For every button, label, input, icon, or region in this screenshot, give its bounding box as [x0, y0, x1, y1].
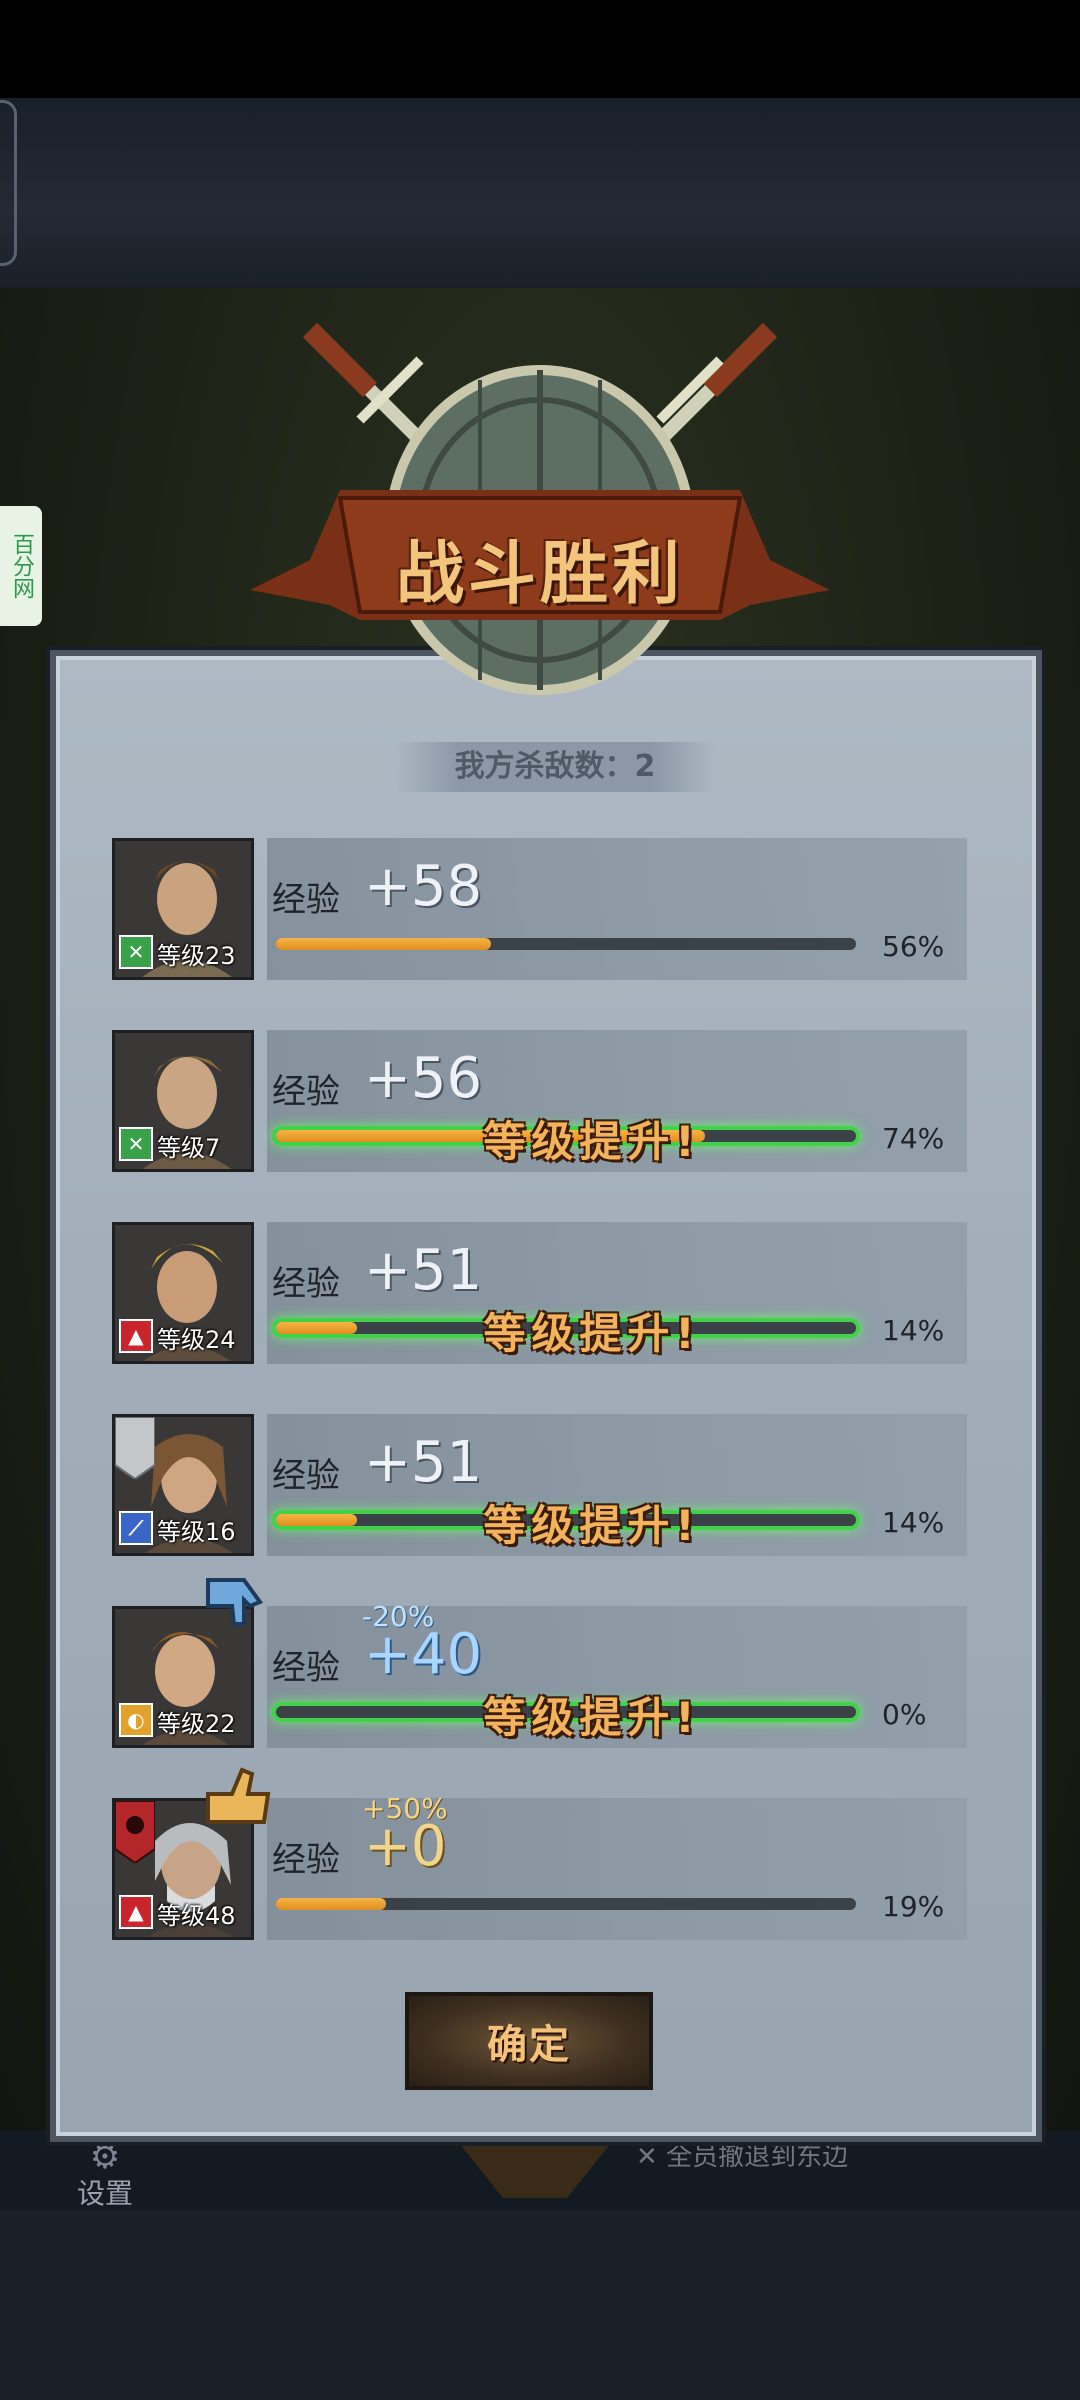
hero-row: ◐ 等级22 -20% 经验 +40 等级提升! 0%: [112, 1578, 968, 1748]
exp-gain: +58: [364, 854, 483, 919]
hero-portrait: ⟋ 等级16: [112, 1414, 254, 1556]
exp-progress-fill: [276, 1514, 358, 1526]
retreat-icon: ✕: [636, 2142, 667, 2172]
hero-row: ✕ 等级7 经验 +56 等级提升! 74%: [112, 1030, 968, 1172]
level-up-text: 等级提升!: [483, 1501, 701, 1550]
shield-icon: ◐: [119, 1703, 153, 1737]
exp-label: 经验: [272, 1264, 340, 1304]
side-tab-badge[interactable]: 百分网: [0, 506, 42, 626]
hero-level: 等级16: [157, 1518, 236, 1546]
exp-gain: +40: [364, 1622, 483, 1687]
exp-progress-bar: [276, 938, 856, 950]
status-bar: [0, 0, 1080, 98]
wolf-icon: ▲: [119, 1319, 153, 1353]
hero-row: ▲ 等级24 经验 +51 等级提升! 14%: [112, 1222, 968, 1364]
exp-percent: 0%: [882, 1698, 927, 1731]
hero-level: 等级23: [157, 942, 236, 970]
hero-row: ✕ 等级23 经验 +58 56%: [112, 838, 968, 980]
exp-gain: +51: [364, 1430, 483, 1495]
exp-label: 经验: [272, 1072, 340, 1112]
hero-portrait: ✕ 等级7: [112, 1030, 254, 1172]
hero-portrait: ✕ 等级23: [112, 838, 254, 980]
exp-percent: 19%: [882, 1890, 945, 1923]
thumbs-down-icon: [206, 1578, 264, 1626]
banner-badge-icon: [115, 1417, 155, 1479]
hero-row: ⟋ 等级16 经验 +51 等级提升! 14%: [112, 1414, 968, 1556]
exp-label: 经验: [272, 1456, 340, 1496]
confirm-button[interactable]: 确定: [405, 1992, 653, 2090]
retreat-label: 全员撤退到东边: [666, 2142, 849, 2172]
sword-icon: ⟋: [119, 1511, 153, 1545]
exp-percent: 56%: [882, 930, 945, 963]
exp-label: 经验: [272, 1648, 340, 1688]
exp-gain: +0: [364, 1814, 447, 1879]
settings-label: 设置: [76, 2177, 133, 2210]
exp-percent: 14%: [882, 1506, 945, 1539]
exp-progress-fill: [276, 1898, 387, 1910]
exp-progress-fill: [276, 1322, 358, 1334]
confirm-label: 确定: [487, 2022, 571, 2068]
hero-portrait: ▲ 等级24: [112, 1222, 254, 1364]
victory-title: 战斗胜利: [395, 535, 684, 614]
wolf-icon: ▲: [119, 1895, 153, 1929]
hero-level: 等级7: [157, 1134, 221, 1162]
exp-label: 经验: [272, 1840, 340, 1880]
hero-level: 等级48: [157, 1902, 236, 1930]
red-banner-badge-icon: [115, 1801, 155, 1863]
header-strip: [0, 98, 1080, 288]
bottom-area: [0, 2210, 1080, 2400]
level-up-text: 等级提升!: [483, 1693, 701, 1742]
gear-icon: ⚙: [89, 2137, 121, 2177]
level-up-text: 等级提升!: [483, 1117, 701, 1166]
exp-label: 经验: [272, 880, 340, 920]
exp-progress-bar: [276, 1898, 856, 1910]
hero-level: 等级24: [157, 1326, 236, 1354]
level-up-text: 等级提升!: [483, 1309, 701, 1358]
exp-gain: +51: [364, 1238, 483, 1303]
back-handle[interactable]: [0, 100, 17, 266]
exp-gain: +56: [364, 1046, 483, 1111]
exp-percent: 74%: [882, 1122, 945, 1155]
exp-progress-fill: [276, 938, 491, 950]
settings-button[interactable]: ⚙ 设置: [70, 2137, 140, 2212]
hero-level: 等级22: [157, 1710, 236, 1738]
crossed-swords-icon: ✕: [119, 935, 153, 969]
kill-count: 我方杀敌数：2: [395, 742, 715, 792]
hero-row: ▲ 等级48 +50% 经验 +0 19%: [112, 1767, 968, 1940]
exp-percent: 14%: [882, 1314, 945, 1347]
crossed-swords-icon: ✕: [119, 1127, 153, 1161]
thumbs-up-icon: [206, 1767, 271, 1824]
